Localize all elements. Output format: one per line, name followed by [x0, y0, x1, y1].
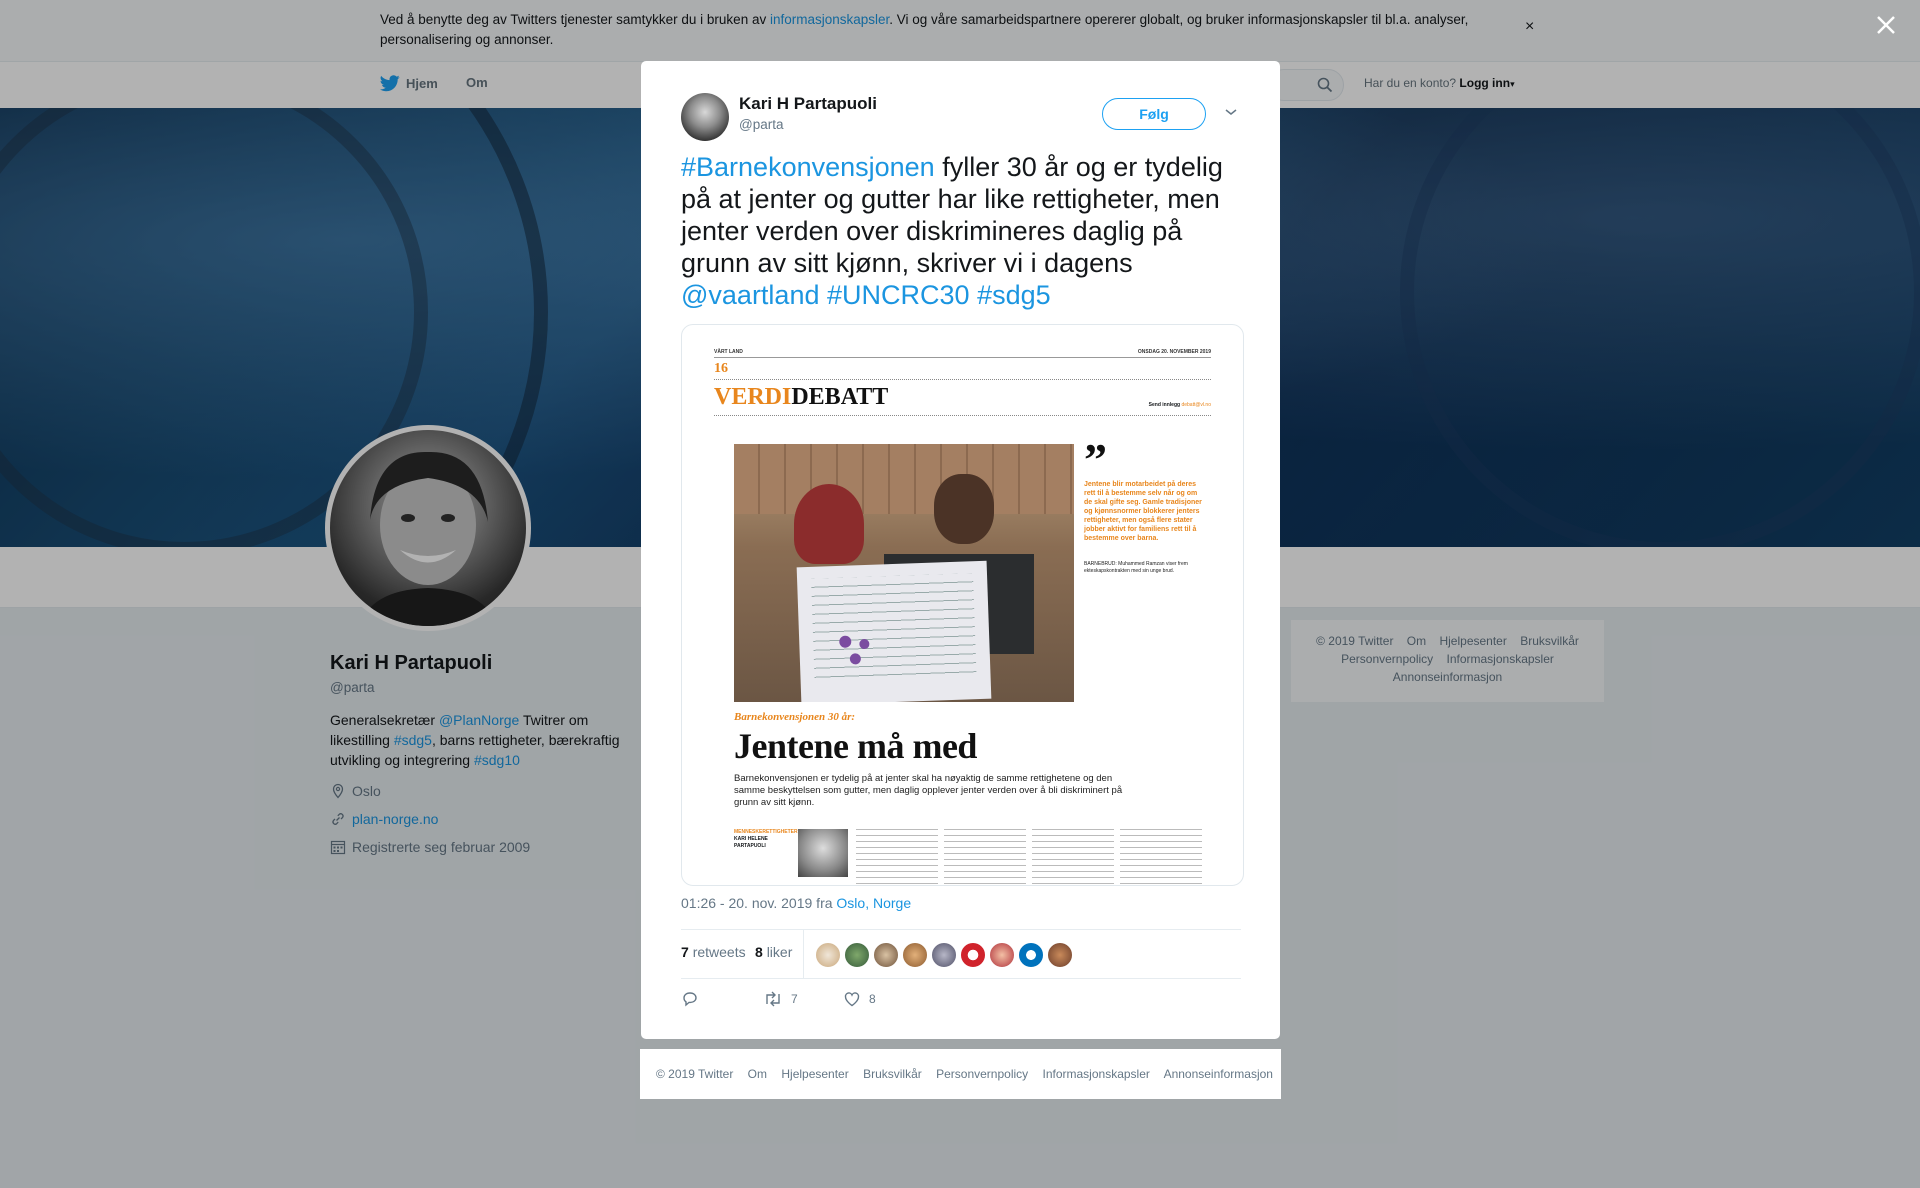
tweet-hashtag-link[interactable]: #sdg5 [977, 280, 1051, 310]
article-headline: Jentene må med [734, 726, 977, 766]
article-kicker: Barnekonvensjonen 30 år: [734, 711, 856, 723]
tweet-author-handle[interactable]: @parta [739, 117, 783, 132]
newspaper-page: VÅRT LAND ONSDAG 20. NOVEMBER 2019 16 VE… [714, 349, 1211, 885]
like-button[interactable]: 8 [843, 990, 876, 1008]
liker-avatar[interactable] [873, 942, 899, 968]
section-debatt: DEBATT [791, 384, 889, 410]
like-action-count: 8 [869, 992, 876, 1006]
quote-mark-icon: ” [1084, 434, 1107, 485]
tweet-timestamp: 01:26 - 20. nov. 2019 fra Oslo, Norge [681, 895, 911, 911]
tweet-author-name[interactable]: Kari H Partapuoli [739, 94, 877, 114]
liker-avatar[interactable] [1018, 942, 1044, 968]
modal-footer: © 2019 Twitter Om Hjelpesenter Bruksvilk… [640, 1049, 1281, 1099]
tweet-place-link[interactable]: Oslo, Norge [836, 895, 911, 911]
tweet-media-image[interactable]: VÅRT LAND ONSDAG 20. NOVEMBER 2019 16 VE… [681, 324, 1244, 886]
liker-avatar[interactable] [844, 942, 870, 968]
liker-avatar[interactable] [1047, 942, 1073, 968]
retweet-button[interactable]: 7 [763, 990, 798, 1008]
photo-caption: BARNEBRUD: Muhammed Ramzan viser frem ek… [1084, 561, 1188, 574]
likes-stat[interactable]: 8 liker [755, 944, 792, 960]
masthead: VÅRT LAND [714, 349, 743, 355]
chevron-down-icon[interactable] [1224, 107, 1238, 117]
footer-link[interactable]: Om [748, 1067, 767, 1081]
article-byline: MENNESKERETTIGHETER KARI HELENE PARTAPUO… [734, 829, 798, 850]
page-number: 16 [714, 361, 728, 376]
tweet-mention-link[interactable]: @vaartland [681, 280, 819, 310]
liker-avatar[interactable] [931, 942, 957, 968]
footer-link[interactable]: Informasjonskapsler [1043, 1067, 1150, 1081]
liker-avatar[interactable] [902, 942, 928, 968]
section-verdi: VERDI [714, 384, 792, 410]
footer-link[interactable]: Bruksvilkår [863, 1067, 922, 1081]
liker-avatar[interactable] [815, 942, 841, 968]
footer-link[interactable]: Annonseinformasjon [1164, 1067, 1273, 1081]
article-columns [856, 829, 1206, 885]
quote-text: Jentene blir motarbeidet på deres rett t… [1084, 481, 1202, 542]
tweet-avatar[interactable] [681, 93, 729, 141]
follow-button[interactable]: Følg [1102, 98, 1206, 130]
send-label: Send innlegg [1148, 402, 1181, 408]
pull-quote: ” Jentene blir motarbeidet på deres rett… [1084, 434, 1206, 575]
heart-icon [844, 992, 860, 1007]
reply-button[interactable] [681, 990, 699, 1008]
retweets-count: 7 [681, 944, 689, 960]
tweet-actions: 7 8 [681, 990, 1241, 1020]
send-email: debatt@vl.no [1181, 402, 1211, 408]
tweet-text: #Barnekonvensjonen fyller 30 år og er ty… [681, 151, 1241, 311]
footer-copyright: © 2019 Twitter [656, 1067, 734, 1081]
byline-name: KARI HELENE PARTAPUOLI [734, 836, 768, 849]
liker-avatar[interactable] [989, 942, 1015, 968]
article-lead: Barnekonvensjonen er tydelig på at jente… [734, 773, 1123, 808]
retweet-action-count: 7 [791, 992, 798, 1006]
close-icon[interactable] [1873, 12, 1899, 38]
retweets-label: retweets [692, 944, 746, 960]
newspaper-photo [734, 444, 1074, 702]
section-header: VERDIDEBATT Send innlegg debatt@vl.no [714, 379, 1211, 411]
tweet-modal: Kari H Partapuoli @parta Følg #Barnekonv… [641, 61, 1280, 1039]
timestamp-text: 01:26 - 20. nov. 2019 fra [681, 895, 837, 911]
likes-count: 8 [755, 944, 763, 960]
retweets-stat[interactable]: 7 retweets [681, 944, 746, 960]
footer-link[interactable]: Personvernpolicy [936, 1067, 1028, 1081]
likes-label: liker [766, 944, 793, 960]
tweet-hashtag-link[interactable]: #UNCRC30 [827, 280, 970, 310]
tweet-stats: 7 retweets 8 liker [681, 929, 1241, 979]
tweet-hashtag-link[interactable]: #Barnekonvensjonen [681, 152, 935, 182]
reply-icon [683, 992, 697, 1007]
retweet-icon [766, 991, 780, 1007]
liker-avatar[interactable] [960, 942, 986, 968]
byline-label: MENNESKERETTIGHETER [734, 829, 798, 835]
byline-photo [798, 829, 848, 877]
paper-date: ONSDAG 20. NOVEMBER 2019 [1137, 349, 1211, 355]
footer-link[interactable]: Hjelpesenter [781, 1067, 848, 1081]
